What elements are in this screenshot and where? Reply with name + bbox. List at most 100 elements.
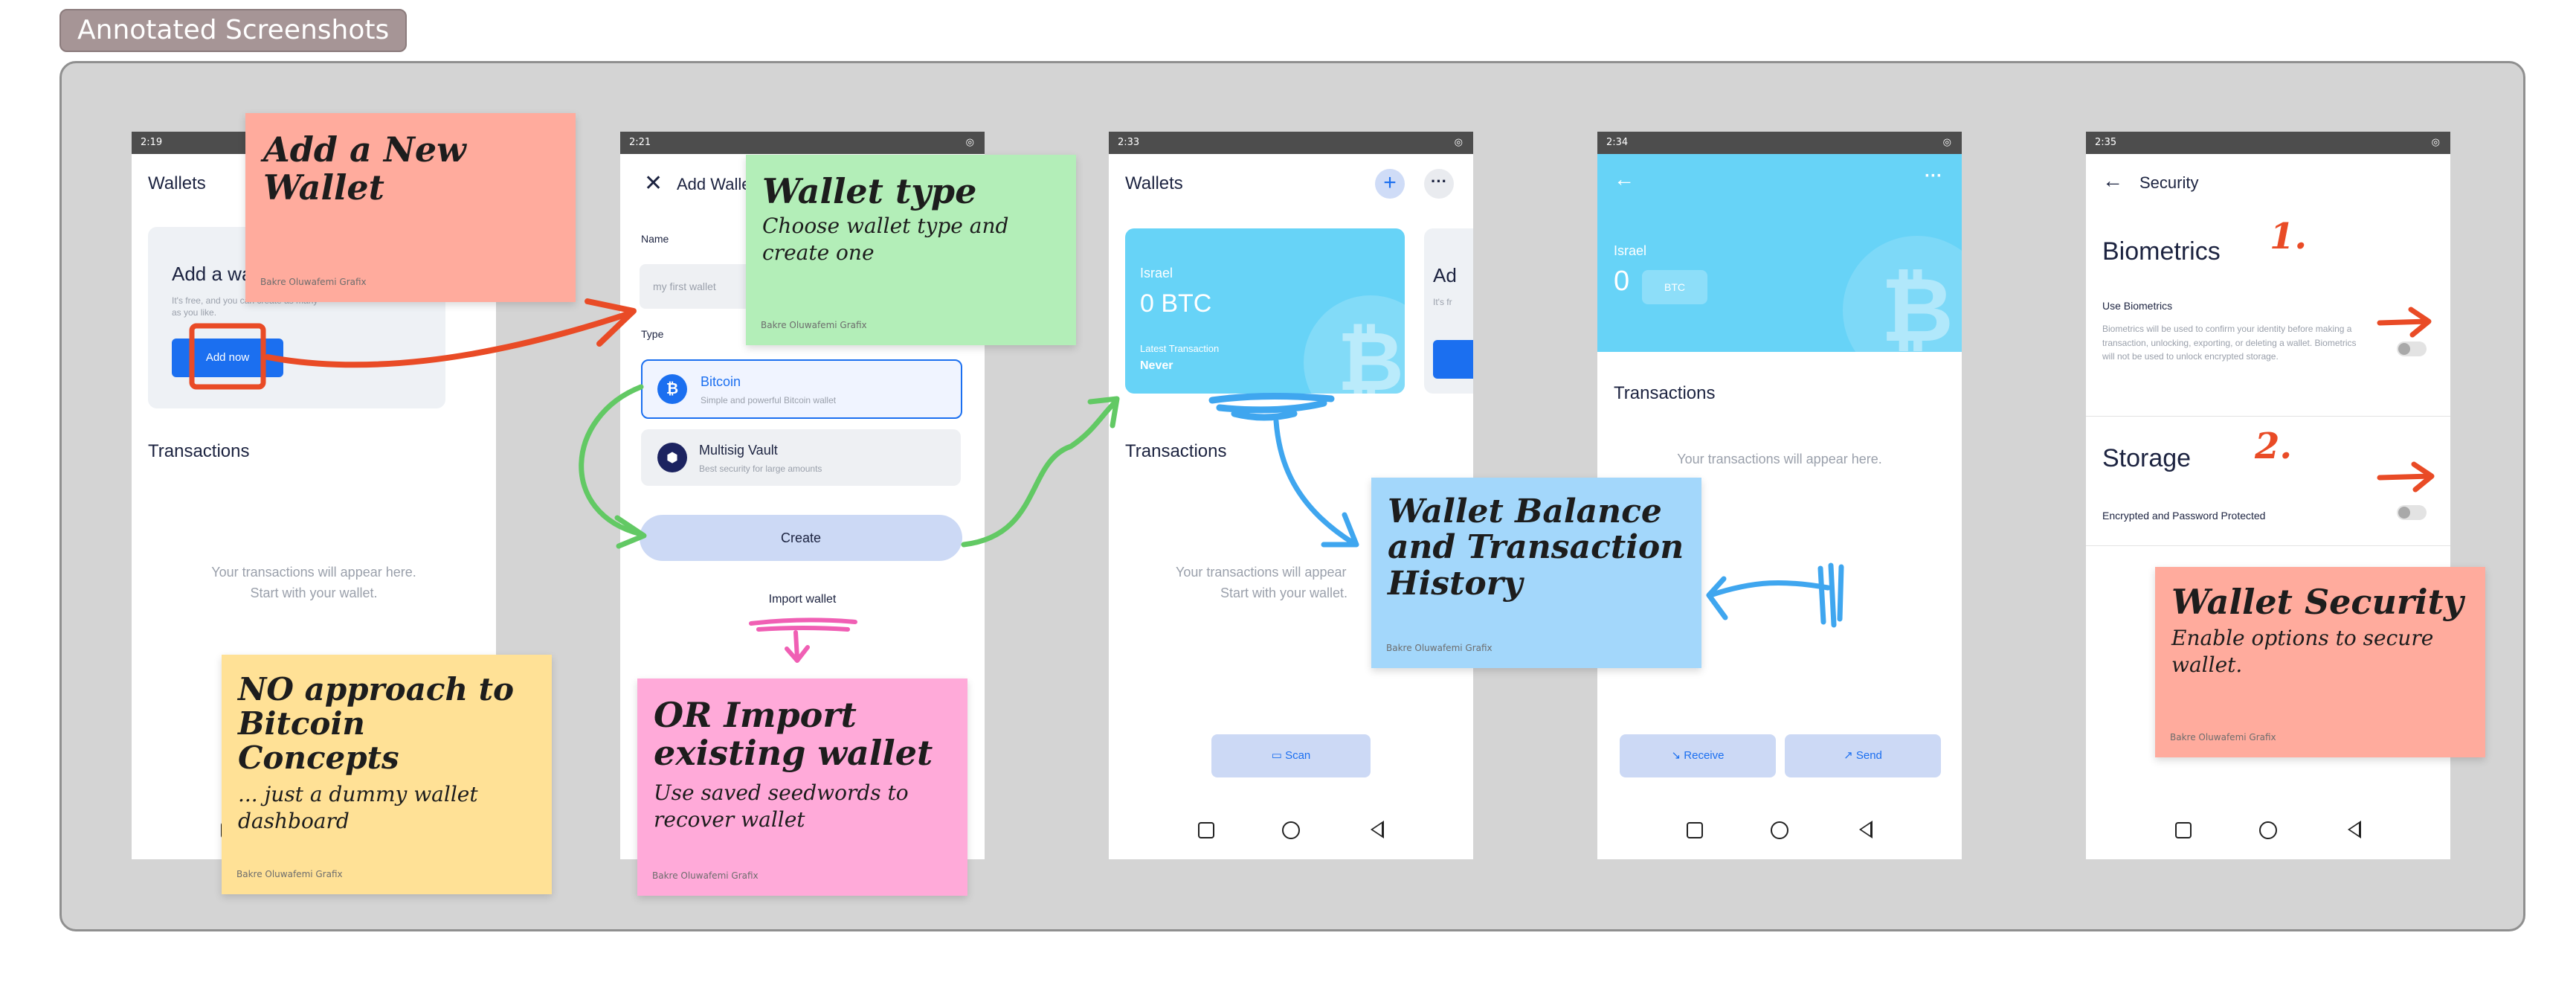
wallet-card[interactable]: ₿ Israel 0 BTC Latest Transaction Never [1125,228,1405,394]
send-label: Send [1855,749,1882,762]
sticky-note-add-wallet: Add a New Wallet Bakre Oluwafemi Grafix [245,113,576,302]
divider [2086,416,2450,417]
transactions-heading: Transactions [148,441,250,461]
option-title: Bitcoin [701,374,741,389]
page-title: Wallets [1125,173,1183,193]
empty-state-line1: Your transactions will appear here. [211,565,416,580]
back-arrow-icon[interactable]: ← [1614,167,1635,191]
add-now-button[interactable]: Add now [172,339,283,377]
note-title: Add a New Wallet [263,129,466,208]
status-bar: 2:21 ◎ [620,132,985,154]
transactions-heading: Transactions [1614,383,1716,403]
add-wallet-card-title: Add a wa [172,263,253,285]
unit-selector[interactable]: BTC [1642,270,1707,304]
create-button[interactable]: Create [640,515,962,561]
page-title: Add Walle [677,175,751,193]
status-icons: ◎ [2431,137,2441,148]
note-title: OR Import existing wallet [654,695,933,773]
scan-label: Scan [1285,749,1311,762]
recent-apps-icon[interactable] [1198,822,1214,838]
send-icon: ↗ [1844,749,1856,762]
biometrics-heading: Biometrics [2102,237,2221,266]
home-icon[interactable] [1771,821,1788,839]
status-time: 2:34 [1606,137,1629,148]
wallet-type-option-bitcoin[interactable]: ₿ Bitcoin Simple and powerful Bitcoin wa… [641,359,962,419]
import-wallet-link[interactable]: Import wallet [620,593,985,606]
latest-transaction-label: Latest Transaction [1140,343,1220,354]
option-title: Multisig Vault [699,443,778,458]
section-title: Annotated Screenshots [59,9,408,52]
vault-icon: ⬢ [657,443,687,472]
close-icon[interactable]: ✕ [644,170,663,196]
annotation-mark-2: 2. [2255,426,2293,467]
note-credit: Bakre Oluwafemi Grafix [1386,643,1493,653]
peek-title: Ad [1433,264,1457,286]
back-icon[interactable] [2348,821,2361,838]
use-biometrics-label: Use Biometrics [2102,300,2173,312]
back-arrow-icon[interactable]: ← [2102,169,2123,193]
storage-toggle[interactable] [2397,505,2427,520]
note-body: Use saved seedwords to recover wallet [654,780,909,833]
note-title: Wallet Balance and Transaction History [1388,493,1684,603]
receive-label: Receive [1684,749,1725,762]
wallet-balance: 0 [1614,266,1630,297]
note-credit: Bakre Oluwafemi Grafix [260,277,367,287]
system-nav-bar [2086,807,2450,859]
storage-heading: Storage [2102,444,2192,472]
send-button[interactable]: ↗ Send [1785,734,1941,777]
sticky-note-no-approach: NO approach to Bitcoin Concepts ... just… [222,655,552,894]
scan-button[interactable]: ▭ Scan [1211,734,1371,777]
recent-apps-icon[interactable] [2175,822,2192,838]
back-icon[interactable] [1859,821,1873,838]
status-time: 2:19 [141,137,163,148]
status-time: 2:33 [1118,137,1140,148]
biometrics-toggle[interactable] [2397,341,2427,356]
back-icon[interactable] [1371,821,1384,838]
type-label: Type [641,328,664,340]
empty-state-text: Your transactions will appear here. [1677,452,1882,466]
recent-apps-icon[interactable] [1687,822,1703,838]
encrypted-storage-label: Encrypted and Password Protected [2102,510,2266,522]
more-options-icon[interactable]: ··· [1424,169,1454,199]
add-wallet-card-peek[interactable]: Ad It's fr [1424,228,1473,394]
system-nav-bar [1109,807,1473,859]
receive-button[interactable]: ↘ Receive [1620,734,1776,777]
add-icon[interactable]: + [1375,169,1405,199]
empty-state-line1: Your transactions will appear [1176,565,1347,580]
more-options-icon[interactable]: ··· [1925,166,1942,187]
home-icon[interactable] [2259,821,2277,839]
empty-state-line2: Start with your wallet. [250,586,378,600]
status-icons: ◎ [1454,137,1464,148]
note-body: ... just a dummy wallet dashboard [238,782,478,834]
divider [2086,545,2450,546]
note-title: Wallet Security [2171,582,2464,622]
note-title: Wallet type [762,171,977,211]
page-title: Security [2139,173,2199,192]
status-bar: 2:33 ◎ [1109,132,1473,154]
option-description: Best security for large amounts [699,463,822,474]
wallet-name: Israel [1140,266,1173,280]
status-icons: ◎ [965,137,976,148]
empty-state-line2: Start with your wallet. [1220,586,1348,600]
wallet-type-option-multisig[interactable]: ⬢ Multisig Vault Best security for large… [641,429,961,486]
status-icons: ◎ [1942,137,1953,148]
note-body: Enable options to secure wallet. [2171,626,2434,678]
biometrics-description: Biometrics will be used to confirm your … [2102,324,2357,362]
home-icon[interactable] [1282,821,1300,839]
bitcoin-watermark-icon: ₿ [1304,295,1405,394]
sticky-note-balance-history: Wallet Balance and Transaction History B… [1371,478,1701,668]
status-bar: 2:34 ◎ [1597,132,1962,154]
note-credit: Bakre Oluwafemi Grafix [236,869,343,879]
note-credit: Bakre Oluwafemi Grafix [761,320,867,330]
peek-button[interactable] [1433,340,1473,379]
transactions-heading: Transactions [1125,441,1227,461]
page-title: Wallets [148,173,206,193]
status-bar: 2:35 ◎ [2086,132,2450,154]
note-credit: Bakre Oluwafemi Grafix [652,870,759,881]
peek-description: It's fr [1433,297,1452,307]
option-description: Simple and powerful Bitcoin wallet [701,395,837,405]
annotation-mark-1: 1. [2270,216,2308,257]
wallet-header: ₿ ← ··· Israel 0 BTC [1597,154,1962,352]
bitcoin-icon: ₿ [657,374,687,404]
sticky-note-import-wallet: OR Import existing wallet Use saved seed… [637,679,967,896]
